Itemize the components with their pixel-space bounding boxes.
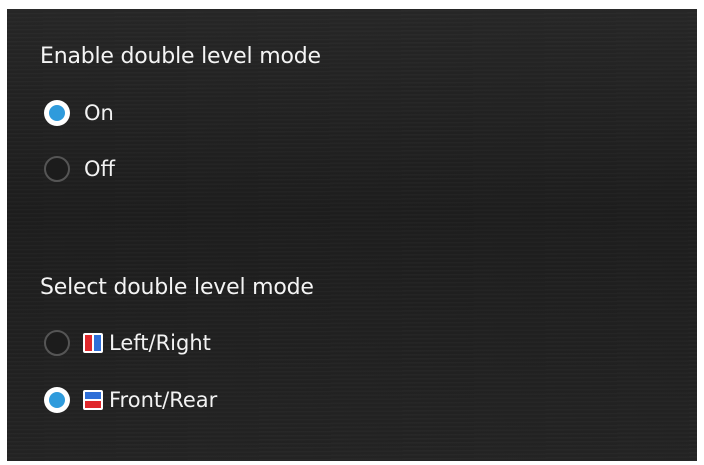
radio-option-left-right[interactable]: Left/Right xyxy=(44,327,211,359)
radio-label-off: Off xyxy=(84,157,115,181)
front-rear-split-icon xyxy=(83,390,103,410)
radio-button-left-right[interactable] xyxy=(44,330,70,356)
select-double-level-heading: Select double level mode xyxy=(40,275,314,300)
settings-panel: Enable double level mode On Off Select d… xyxy=(7,9,697,461)
radio-button-on[interactable] xyxy=(44,100,70,126)
left-right-split-icon xyxy=(83,333,103,353)
radio-option-on[interactable]: On xyxy=(44,97,114,129)
enable-double-level-heading: Enable double level mode xyxy=(40,44,321,69)
radio-button-front-rear[interactable] xyxy=(44,387,70,413)
radio-button-off[interactable] xyxy=(44,156,70,182)
radio-option-off[interactable]: Off xyxy=(44,153,115,185)
radio-label-front-rear: Front/Rear xyxy=(109,388,218,412)
radio-label-left-right: Left/Right xyxy=(109,331,211,355)
radio-option-front-rear[interactable]: Front/Rear xyxy=(44,384,217,416)
radio-label-on: On xyxy=(84,101,114,125)
